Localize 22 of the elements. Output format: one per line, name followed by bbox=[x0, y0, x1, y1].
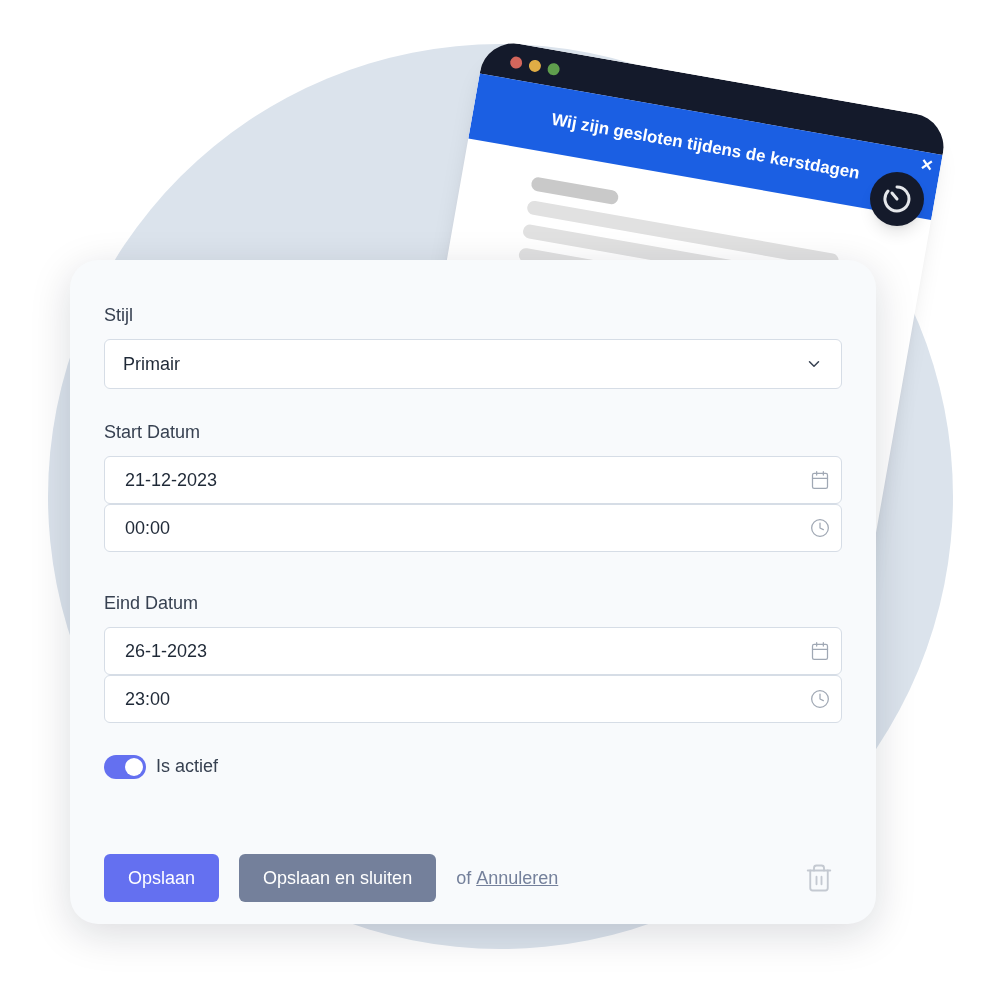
date-field[interactable]: 21-12-2023 bbox=[104, 456, 842, 504]
field-label: Stijl bbox=[104, 304, 134, 327]
cancel-link[interactable]: Annuleren bbox=[476, 864, 559, 892]
clock-icon bbox=[810, 518, 830, 538]
style-select[interactable]: Primair bbox=[104, 339, 842, 389]
save-and-close-button[interactable]: Opslaan en sluiten bbox=[239, 854, 437, 902]
clock-icon bbox=[810, 689, 830, 709]
field-label: Eind Datum bbox=[104, 592, 200, 615]
calendar-icon bbox=[810, 641, 830, 661]
toggle-knob bbox=[125, 757, 143, 776]
save-button[interactable]: Opslaan bbox=[104, 854, 220, 902]
field-label: Start Datum bbox=[104, 421, 202, 444]
close-button[interactable]: × bbox=[919, 153, 935, 176]
time-field[interactable]: 23:00 bbox=[104, 675, 842, 723]
date-field[interactable]: 26-1-2023 bbox=[104, 627, 842, 675]
calendar-icon bbox=[810, 470, 830, 490]
or-text: of bbox=[456, 866, 472, 890]
active-toggle[interactable] bbox=[104, 754, 146, 779]
timer-icon bbox=[882, 184, 912, 214]
banner-message: Wij zijn gesloten tijdens de kerstdagen bbox=[549, 109, 862, 185]
toggle-label: Is actief bbox=[156, 755, 219, 778]
time-field[interactable]: 00:00 bbox=[104, 504, 842, 552]
